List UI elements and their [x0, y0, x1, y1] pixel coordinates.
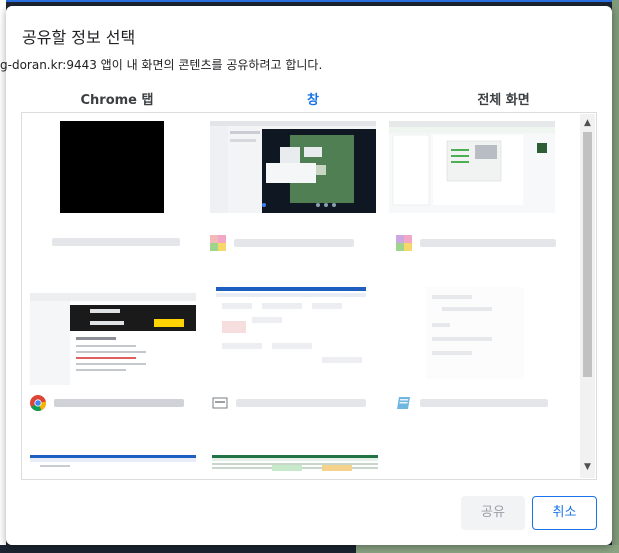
blurred-title [52, 238, 180, 246]
window-thumbnail[interactable] [389, 121, 555, 213]
window-thumbnail[interactable] [22, 121, 188, 213]
window-caption [210, 235, 354, 251]
scroll-up-arrow-icon[interactable]: ▲ [580, 116, 595, 130]
backdrop-top-line [6, 0, 612, 2]
blurred-title [419, 239, 556, 247]
scroll-down-arrow-icon[interactable]: ▼ [580, 460, 595, 474]
blurred-title [53, 399, 184, 407]
window-icon [212, 397, 228, 409]
window-thumbnail[interactable] [30, 293, 196, 385]
app-icon [210, 235, 226, 251]
share-dialog: 공유할 정보 선택 g-doran.kr:9443 앱이 내 화면의 콘텐츠를 … [0, 6, 612, 545]
window-preview [60, 121, 164, 213]
scrollbar-thumb[interactable] [583, 132, 592, 377]
share-button[interactable]: 공유 [461, 496, 525, 530]
blurred-title [233, 239, 354, 247]
window-caption [212, 395, 366, 409]
blurred-title [419, 399, 548, 407]
window-grid: ▲ ▼ [21, 112, 597, 480]
window-thumbnail[interactable] [212, 455, 378, 479]
cancel-button[interactable]: 취소 [532, 496, 597, 530]
notepad-icon [397, 397, 410, 409]
window-thumbnail[interactable] [30, 455, 196, 479]
window-caption [52, 235, 180, 249]
window-preview [212, 287, 378, 379]
dialog-title: 공유할 정보 선택 [22, 28, 136, 47]
app-icon [396, 235, 412, 251]
window-preview [212, 455, 378, 479]
window-preview [210, 121, 376, 213]
chrome-icon [30, 395, 46, 411]
vertical-scrollbar[interactable]: ▲ ▼ [580, 114, 595, 478]
window-caption [396, 395, 548, 409]
window-thumbnail[interactable] [210, 121, 376, 213]
blurred-title [235, 399, 366, 407]
window-preview [30, 293, 196, 385]
backdrop-right [612, 0, 619, 553]
window-thumbnail[interactable] [412, 287, 578, 379]
window-caption [396, 235, 556, 251]
backdrop-bottom-right [356, 545, 619, 553]
dialog-subtitle: g-doran.kr:9443 앱이 내 화면의 콘텐츠를 공유하려고 합니다. [0, 58, 323, 72]
window-caption [30, 395, 184, 411]
window-preview [426, 287, 524, 379]
window-preview [389, 121, 555, 213]
window-preview [30, 455, 196, 479]
window-thumbnail[interactable] [212, 287, 378, 379]
